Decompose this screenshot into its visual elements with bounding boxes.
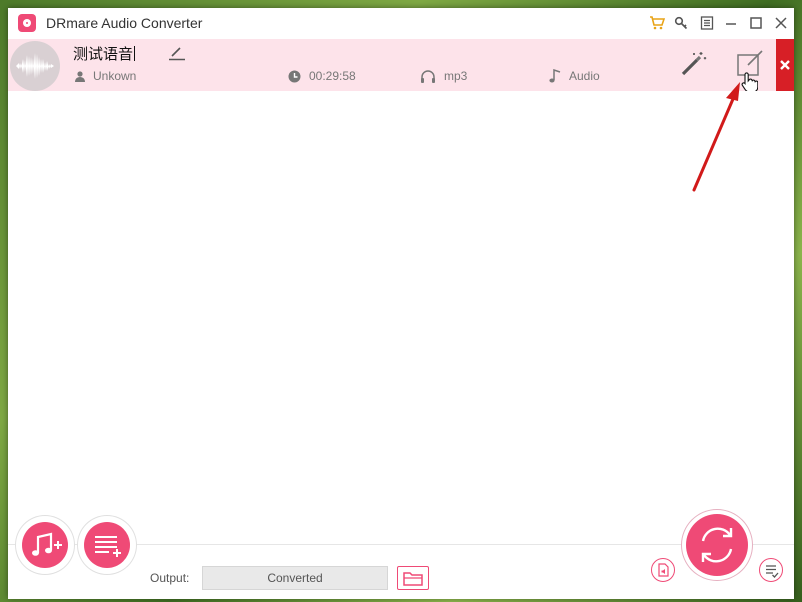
output-label: Output: xyxy=(150,571,190,585)
output-path-field[interactable]: Converted xyxy=(202,566,388,590)
app-window: DRmare Audio Converter 测试语音 Unkown 00:29… xyxy=(8,8,794,599)
duration-text: 00:29:58 xyxy=(309,69,356,83)
convert-icon xyxy=(701,527,733,563)
user-icon xyxy=(75,70,85,82)
clock-icon xyxy=(288,70,301,82)
artist-meta: Unkown xyxy=(75,69,136,83)
magic-wand-icon[interactable] xyxy=(680,49,708,82)
waveform-thumbnail xyxy=(10,41,60,91)
close-icon[interactable] xyxy=(770,12,792,34)
artist-text: Unkown xyxy=(93,69,137,83)
file-item[interactable]: 测试语音 Unkown 00:29:58 mp3 Audio xyxy=(8,39,794,93)
history-list-icon xyxy=(766,565,779,578)
history-list-button[interactable] xyxy=(759,558,783,582)
format-meta: mp3 xyxy=(420,69,467,83)
app-logo xyxy=(18,14,36,32)
open-folder-button[interactable] xyxy=(397,566,429,590)
type-meta: Audio xyxy=(549,69,600,83)
file-list-area xyxy=(8,91,794,543)
audio-format-button[interactable] xyxy=(651,558,675,582)
playlist-add-icon xyxy=(95,536,121,557)
key-icon[interactable] xyxy=(670,12,692,34)
cart-icon[interactable] xyxy=(646,12,668,34)
headphones-icon xyxy=(421,69,435,83)
remove-icon xyxy=(780,60,790,70)
title-bar: DRmare Audio Converter xyxy=(8,8,794,38)
add-music-button[interactable] xyxy=(22,522,68,568)
rename-pencil-icon[interactable] xyxy=(168,45,186,66)
menu-icon[interactable] xyxy=(696,12,718,34)
window-title: DRmare Audio Converter xyxy=(46,15,203,31)
add-list-button[interactable] xyxy=(84,522,130,568)
maximize-icon[interactable] xyxy=(745,12,767,34)
minimize-icon[interactable] xyxy=(720,12,742,34)
music-note-icon xyxy=(549,69,561,83)
remove-file-button[interactable] xyxy=(776,39,794,91)
duration-meta: 00:29:58 xyxy=(288,69,356,83)
add-music-icon xyxy=(32,532,62,556)
audio-format-icon xyxy=(658,563,669,577)
text-cursor xyxy=(134,46,136,61)
file-name[interactable]: 测试语音 xyxy=(73,43,136,64)
folder-icon xyxy=(403,572,423,586)
convert-button[interactable] xyxy=(686,514,748,576)
type-text: Audio xyxy=(569,69,600,83)
format-text: mp3 xyxy=(444,69,468,83)
